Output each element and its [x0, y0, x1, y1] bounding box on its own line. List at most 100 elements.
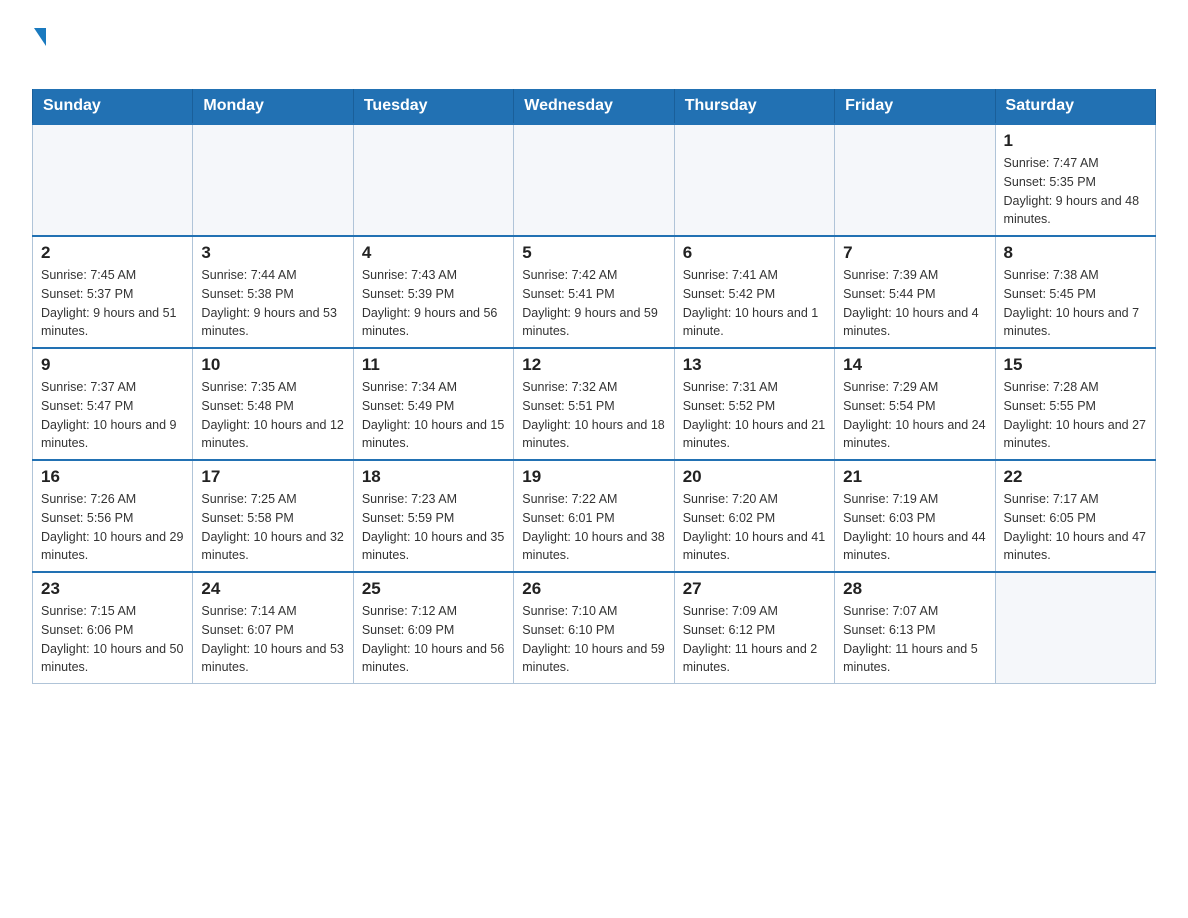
day-info: Sunrise: 7:10 AMSunset: 6:10 PMDaylight:… [522, 602, 665, 677]
calendar-cell: 16Sunrise: 7:26 AMSunset: 5:56 PMDayligh… [33, 460, 193, 572]
day-number: 23 [41, 579, 184, 599]
day-info: Sunrise: 7:37 AMSunset: 5:47 PMDaylight:… [41, 378, 184, 453]
calendar-cell: 4 Sunrise: 7:43 AMSunset: 5:39 PMDaylight… [353, 236, 513, 348]
day-number: 11 [362, 355, 505, 375]
day-number: 7 [843, 243, 986, 263]
day-info: Sunrise: 7:12 AMSunset: 6:09 PMDaylight:… [362, 602, 505, 677]
day-info: Sunrise: 7:34 AMSunset: 5:49 PMDaylight:… [362, 378, 505, 453]
calendar-cell: 13 Sunrise: 7:31 AMSunset: 5:52 PMDayligh… [674, 348, 834, 460]
day-info: Sunrise: 7:25 AMSunset: 5:58 PMDaylight:… [201, 490, 344, 565]
day-info: Sunrise: 7:17 AMSunset: 6:05 PMDaylight:… [1004, 490, 1147, 565]
day-number: 14 [843, 355, 986, 375]
calendar-cell: 28 Sunrise: 7:07 AMSunset: 6:13 PMDayligh… [835, 572, 995, 684]
day-number: 1 [1004, 131, 1147, 151]
calendar-cell [835, 124, 995, 236]
day-number: 19 [522, 467, 665, 487]
calendar-week-row: 23 Sunrise: 7:15 AMSunset: 6:06 PMDayligh… [33, 572, 1156, 684]
calendar-cell: 7 Sunrise: 7:39 AMSunset: 5:44 PMDaylight… [835, 236, 995, 348]
day-header-thursday: Thursday [674, 89, 834, 124]
calendar-cell: 9 Sunrise: 7:37 AMSunset: 5:47 PMDaylight… [33, 348, 193, 460]
logo: General [32, 24, 131, 73]
day-header-sunday: Sunday [33, 89, 193, 124]
calendar-cell: 2 Sunrise: 7:45 AMSunset: 5:37 PMDaylight… [33, 236, 193, 348]
calendar-cell: 24Sunrise: 7:14 AMSunset: 6:07 PMDayligh… [193, 572, 353, 684]
calendar-cell: 19Sunrise: 7:22 AMSunset: 6:01 PMDayligh… [514, 460, 674, 572]
calendar-cell: 23 Sunrise: 7:15 AMSunset: 6:06 PMDayligh… [33, 572, 193, 684]
calendar-cell [514, 124, 674, 236]
calendar-cell: 21 Sunrise: 7:19 AMSunset: 6:03 PMDayligh… [835, 460, 995, 572]
day-header-monday: Monday [193, 89, 353, 124]
calendar-cell: 14 Sunrise: 7:29 AMSunset: 5:54 PMDayligh… [835, 348, 995, 460]
calendar-cell: 6 Sunrise: 7:41 AMSunset: 5:42 PMDaylight… [674, 236, 834, 348]
day-number: 27 [683, 579, 826, 599]
day-number: 21 [843, 467, 986, 487]
day-number: 4 [362, 243, 505, 263]
calendar-cell: 10 Sunrise: 7:35 AMSunset: 5:48 PMDayligh… [193, 348, 353, 460]
day-info: Sunrise: 7:45 AMSunset: 5:37 PMDaylight:… [41, 266, 184, 341]
day-number: 15 [1004, 355, 1147, 375]
calendar-cell [995, 572, 1155, 684]
day-number: 28 [843, 579, 986, 599]
day-number: 2 [41, 243, 184, 263]
day-info: Sunrise: 7:20 AMSunset: 6:02 PMDaylight:… [683, 490, 826, 565]
day-info: Sunrise: 7:41 AMSunset: 5:42 PMDaylight:… [683, 266, 826, 341]
calendar-cell: 17 Sunrise: 7:25 AMSunset: 5:58 PMDayligh… [193, 460, 353, 572]
day-info: Sunrise: 7:29 AMSunset: 5:54 PMDaylight:… [843, 378, 986, 453]
calendar-week-row: 1 Sunrise: 7:47 AMSunset: 5:35 PMDaylight… [33, 124, 1156, 236]
day-info: Sunrise: 7:07 AMSunset: 6:13 PMDaylight:… [843, 602, 986, 677]
day-info: Sunrise: 7:28 AMSunset: 5:55 PMDaylight:… [1004, 378, 1147, 453]
day-info: Sunrise: 7:09 AMSunset: 6:12 PMDaylight:… [683, 602, 826, 677]
day-info: Sunrise: 7:44 AMSunset: 5:38 PMDaylight:… [201, 266, 344, 341]
calendar-cell: 15 Sunrise: 7:28 AMSunset: 5:55 PMDayligh… [995, 348, 1155, 460]
calendar-cell: 1 Sunrise: 7:47 AMSunset: 5:35 PMDaylight… [995, 124, 1155, 236]
calendar-cell [193, 124, 353, 236]
day-info: Sunrise: 7:42 AMSunset: 5:41 PMDaylight:… [522, 266, 665, 341]
calendar-cell: 11 Sunrise: 7:34 AMSunset: 5:49 PMDayligh… [353, 348, 513, 460]
day-number: 3 [201, 243, 344, 263]
day-info: Sunrise: 7:47 AMSunset: 5:35 PMDaylight:… [1004, 154, 1147, 229]
day-number: 13 [683, 355, 826, 375]
day-number: 9 [41, 355, 184, 375]
calendar-cell [33, 124, 193, 236]
calendar-cell: 8Sunrise: 7:38 AMSunset: 5:45 PMDaylight… [995, 236, 1155, 348]
day-info: Sunrise: 7:19 AMSunset: 6:03 PMDaylight:… [843, 490, 986, 565]
day-number: 25 [362, 579, 505, 599]
calendar-cell [353, 124, 513, 236]
day-info: Sunrise: 7:43 AMSunset: 5:39 PMDaylight:… [362, 266, 505, 341]
page-header: General [32, 24, 1156, 73]
day-info: Sunrise: 7:35 AMSunset: 5:48 PMDaylight:… [201, 378, 344, 453]
day-info: Sunrise: 7:23 AMSunset: 5:59 PMDaylight:… [362, 490, 505, 565]
day-number: 22 [1004, 467, 1147, 487]
calendar-cell: 5 Sunrise: 7:42 AMSunset: 5:41 PMDaylight… [514, 236, 674, 348]
day-number: 12 [522, 355, 665, 375]
day-number: 26 [522, 579, 665, 599]
day-number: 5 [522, 243, 665, 263]
calendar-cell: 25 Sunrise: 7:12 AMSunset: 6:09 PMDayligh… [353, 572, 513, 684]
day-number: 18 [362, 467, 505, 487]
calendar-header-row: SundayMondayTuesdayWednesdayThursdayFrid… [33, 89, 1156, 124]
day-number: 20 [683, 467, 826, 487]
day-info: Sunrise: 7:38 AMSunset: 5:45 PMDaylight:… [1004, 266, 1147, 341]
day-number: 10 [201, 355, 344, 375]
day-number: 17 [201, 467, 344, 487]
day-number: 16 [41, 467, 184, 487]
calendar-cell: 18 Sunrise: 7:23 AMSunset: 5:59 PMDayligh… [353, 460, 513, 572]
day-info: Sunrise: 7:31 AMSunset: 5:52 PMDaylight:… [683, 378, 826, 453]
calendar-cell: 3 Sunrise: 7:44 AMSunset: 5:38 PMDaylight… [193, 236, 353, 348]
calendar-table: SundayMondayTuesdayWednesdayThursdayFrid… [32, 89, 1156, 684]
day-info: Sunrise: 7:32 AMSunset: 5:51 PMDaylight:… [522, 378, 665, 453]
day-number: 24 [201, 579, 344, 599]
calendar-week-row: 2 Sunrise: 7:45 AMSunset: 5:37 PMDaylight… [33, 236, 1156, 348]
calendar-cell [674, 124, 834, 236]
day-info: Sunrise: 7:39 AMSunset: 5:44 PMDaylight:… [843, 266, 986, 341]
calendar-cell: 22 Sunrise: 7:17 AMSunset: 6:05 PMDayligh… [995, 460, 1155, 572]
calendar-cell: 26 Sunrise: 7:10 AMSunset: 6:10 PMDayligh… [514, 572, 674, 684]
day-header-wednesday: Wednesday [514, 89, 674, 124]
day-header-tuesday: Tuesday [353, 89, 513, 124]
calendar-week-row: 16Sunrise: 7:26 AMSunset: 5:56 PMDayligh… [33, 460, 1156, 572]
day-info: Sunrise: 7:15 AMSunset: 6:06 PMDaylight:… [41, 602, 184, 677]
calendar-cell: 12 Sunrise: 7:32 AMSunset: 5:51 PMDayligh… [514, 348, 674, 460]
day-number: 6 [683, 243, 826, 263]
day-header-friday: Friday [835, 89, 995, 124]
calendar-week-row: 9 Sunrise: 7:37 AMSunset: 5:47 PMDaylight… [33, 348, 1156, 460]
